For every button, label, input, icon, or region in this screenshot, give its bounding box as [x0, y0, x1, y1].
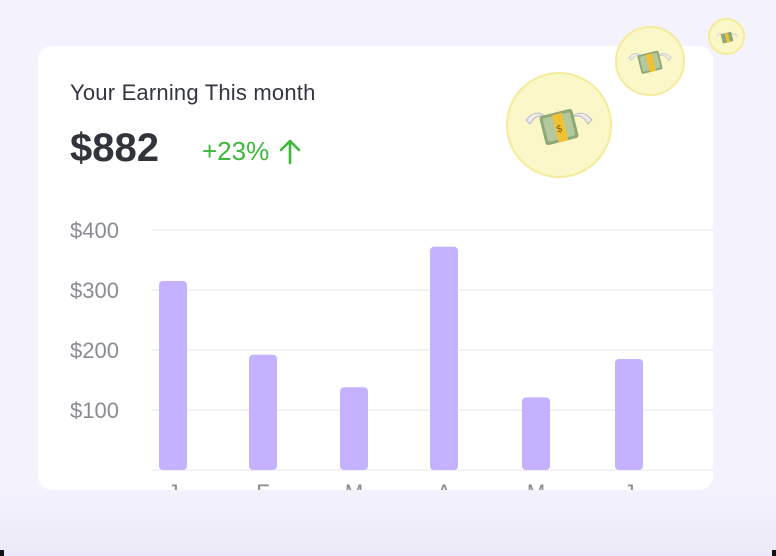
window-edge-marker — [772, 550, 776, 556]
money-with-wings-icon — [708, 18, 745, 55]
bar — [249, 354, 277, 470]
money-with-wings-icon — [615, 26, 685, 96]
x-tick-label: J — [624, 480, 635, 490]
x-tick-label: M — [345, 480, 363, 490]
earnings-card: Your Earning This month $882 +23% $100 $2… — [38, 46, 713, 490]
x-tick-label: J — [168, 480, 179, 490]
bar — [522, 397, 550, 470]
y-tick-label: $200 — [70, 338, 119, 363]
bar — [340, 387, 368, 470]
y-tick-label: $100 — [70, 398, 119, 423]
earnings-bar-chart: $100 $200 $300 $400 J F M A M J — [70, 218, 713, 490]
y-tick-label: $400 — [70, 218, 119, 243]
bottom-fade-overlay — [0, 486, 776, 556]
window-edge-marker — [0, 550, 4, 556]
y-tick-label: $300 — [70, 278, 119, 303]
x-tick-label: M — [527, 480, 545, 490]
bar — [615, 359, 643, 470]
bar — [159, 281, 187, 470]
x-tick-label: A — [437, 480, 452, 490]
bar — [430, 246, 458, 470]
money-with-wings-icon: $ — [506, 72, 612, 178]
x-tick-label: F — [256, 480, 269, 490]
